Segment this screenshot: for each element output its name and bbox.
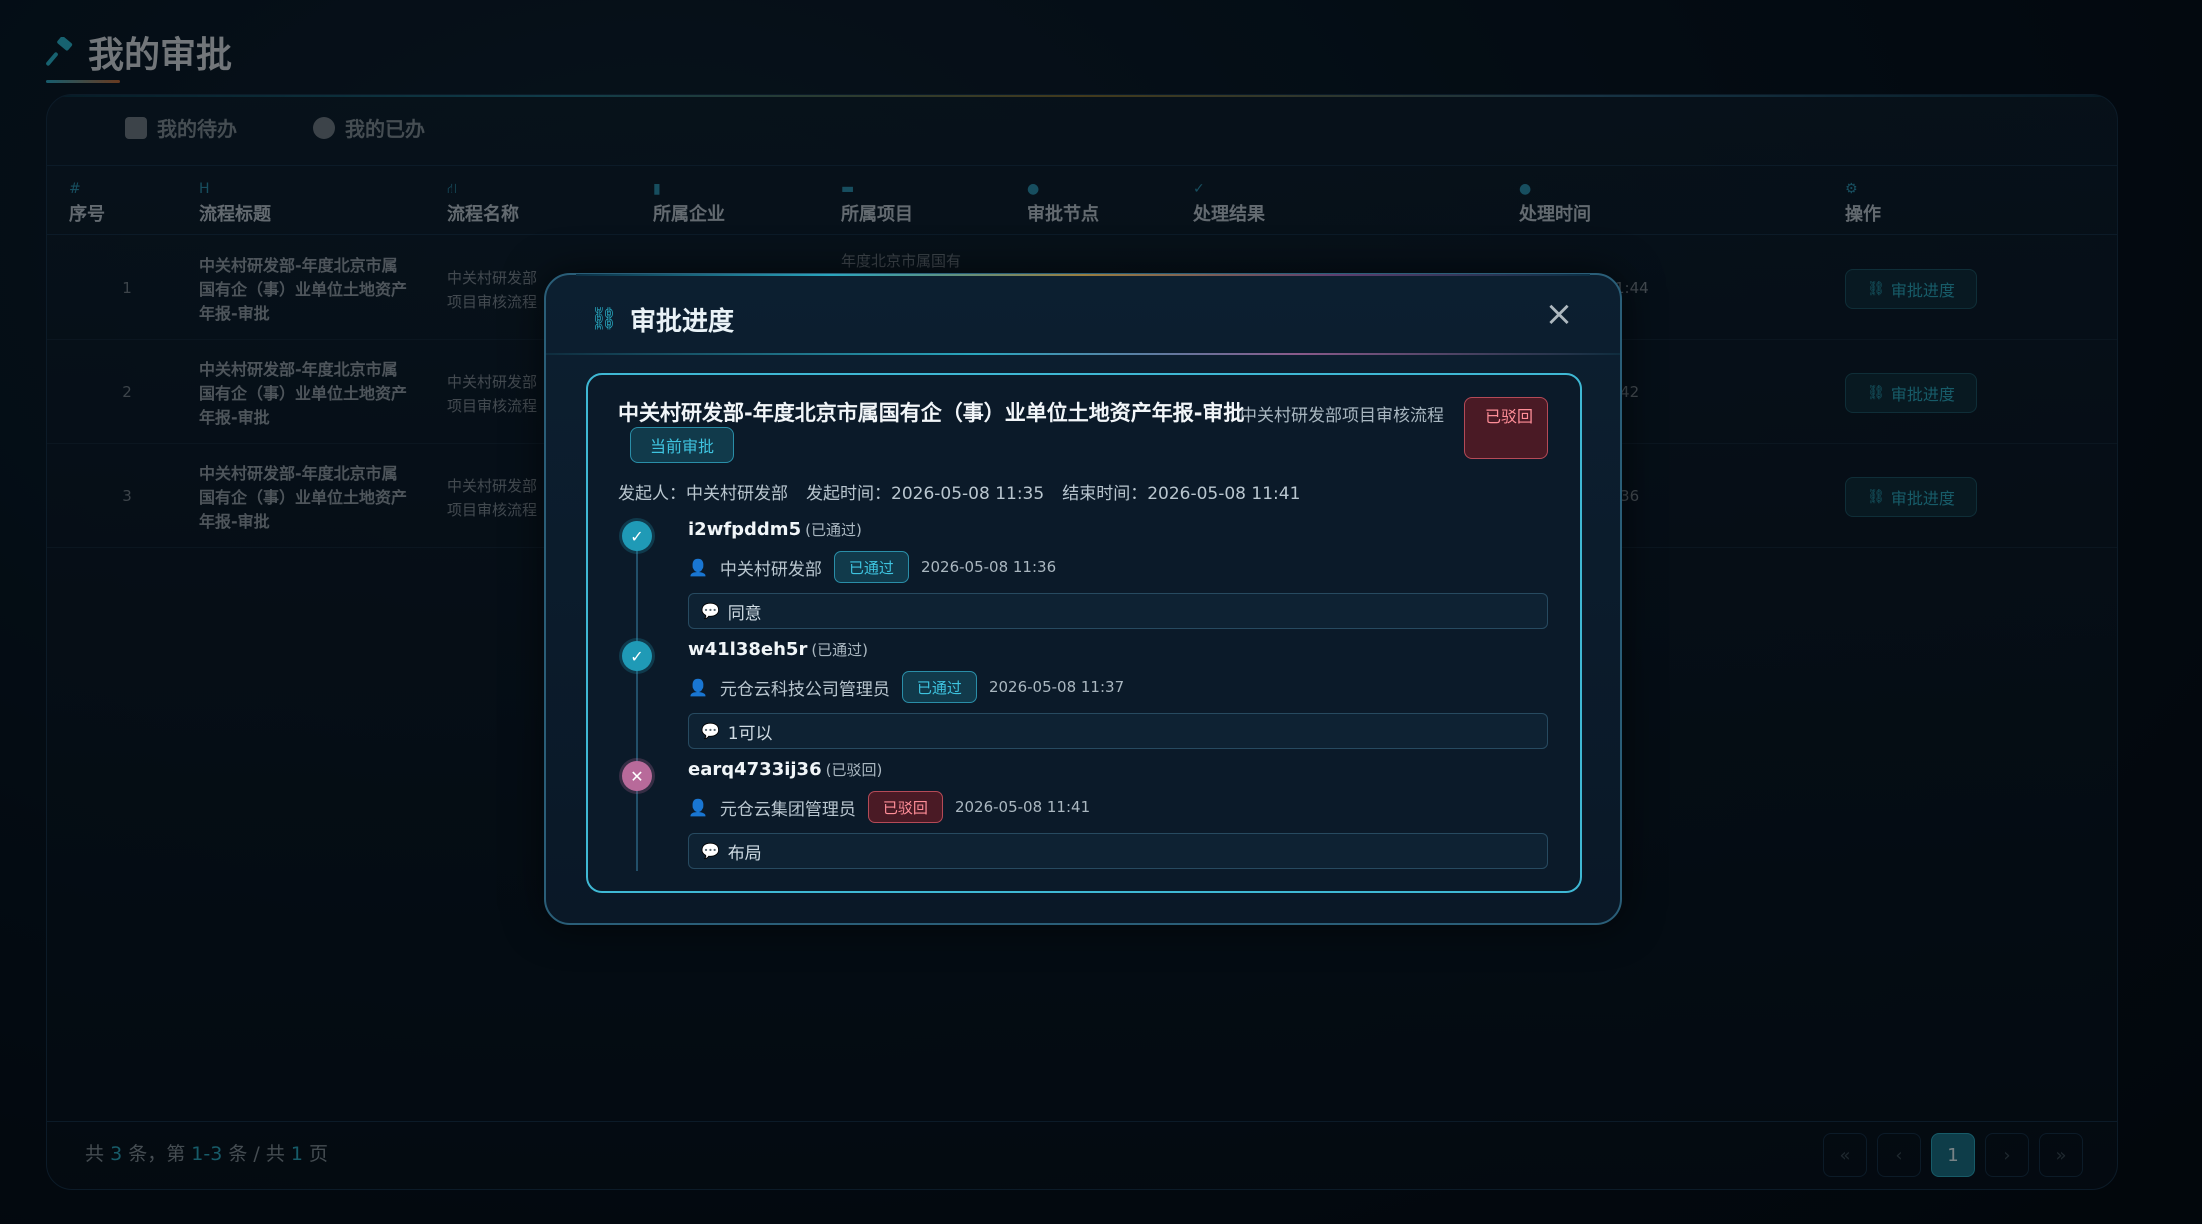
user-icon: 👤 (688, 797, 708, 817)
user-icon: 👤 (688, 557, 708, 577)
step-status-chip: 已驳回 (867, 791, 943, 823)
start-time: 发起时间：2026-05-08 11:35 (806, 484, 1045, 504)
step-name: i2wfpddm5 (已通过) (688, 519, 862, 540)
step-time: 2026-05-08 11:41 (954, 798, 1091, 816)
modal-header: ⛓ 审批进度 (590, 301, 734, 338)
user-icon: 👤 (688, 677, 708, 697)
timeline-line (636, 533, 638, 871)
step-name: w41l38eh5r (已通过) (688, 639, 869, 660)
step-user: 元仓云集团管理员 (719, 799, 856, 820)
modal-header-divider (546, 353, 1620, 355)
close-icon[interactable]: × (1542, 297, 1576, 333)
step-info: 👤 元仓云集团管理员 已驳回 2026-05-08 11:41 (688, 791, 1090, 823)
step-name: earq4733ij36 (已驳回) (688, 759, 883, 780)
step-user: 元仓云科技公司管理员 (719, 679, 890, 700)
x-icon: ✕ (622, 761, 652, 791)
modal-title: 审批进度 (629, 307, 734, 337)
step-comment: 💬 布局 (688, 833, 1548, 869)
approval-progress-modal: ⛓ 审批进度 × 中关村研发部-年度北京市属国有企（事）业单位土地资产年报-审批… (544, 273, 1622, 925)
check-icon: ✓ (622, 521, 652, 551)
comment-icon: 💬 (701, 722, 720, 740)
current-approval-badge: 当前审批 (630, 427, 734, 463)
comment-icon: 💬 (701, 842, 720, 860)
step-status-chip: 已通过 (901, 671, 977, 703)
step-info: 👤 中关村研发部 已通过 2026-05-08 11:36 (688, 551, 1056, 583)
flow-icon: ⛓ (590, 307, 618, 332)
step-time: 2026-05-08 11:37 (988, 678, 1125, 696)
check-icon: ✓ (622, 641, 652, 671)
step-status-chip: 已通过 (833, 551, 909, 583)
flow-name: 中关村研发部项目审核流程 (1240, 406, 1444, 426)
initiator: 发起人：中关村研发部 (618, 484, 788, 504)
step-info: 👤 元仓云科技公司管理员 已通过 2026-05-08 11:37 (688, 671, 1124, 703)
step-user: 中关村研发部 (719, 559, 822, 580)
task-title: 中关村研发部-年度北京市属国有企（事）业单位土地资产年报-审批 (618, 401, 1245, 425)
task-meta: 发起人：中关村研发部 发起时间：2026-05-08 11:35 结束时间：20… (618, 479, 1300, 504)
step-comment: 💬 同意 (688, 593, 1548, 629)
comment-icon: 💬 (701, 602, 720, 620)
step-comment: 💬 1可以 (688, 713, 1548, 749)
end-time: 结束时间：2026-05-08 11:41 (1062, 484, 1301, 504)
step-time: 2026-05-08 11:36 (920, 558, 1057, 576)
status-badge: 已驳回 (1464, 397, 1548, 459)
progress-panel: 中关村研发部-年度北京市属国有企（事）业单位土地资产年报-审批 中关村研发部项目… (586, 373, 1582, 893)
